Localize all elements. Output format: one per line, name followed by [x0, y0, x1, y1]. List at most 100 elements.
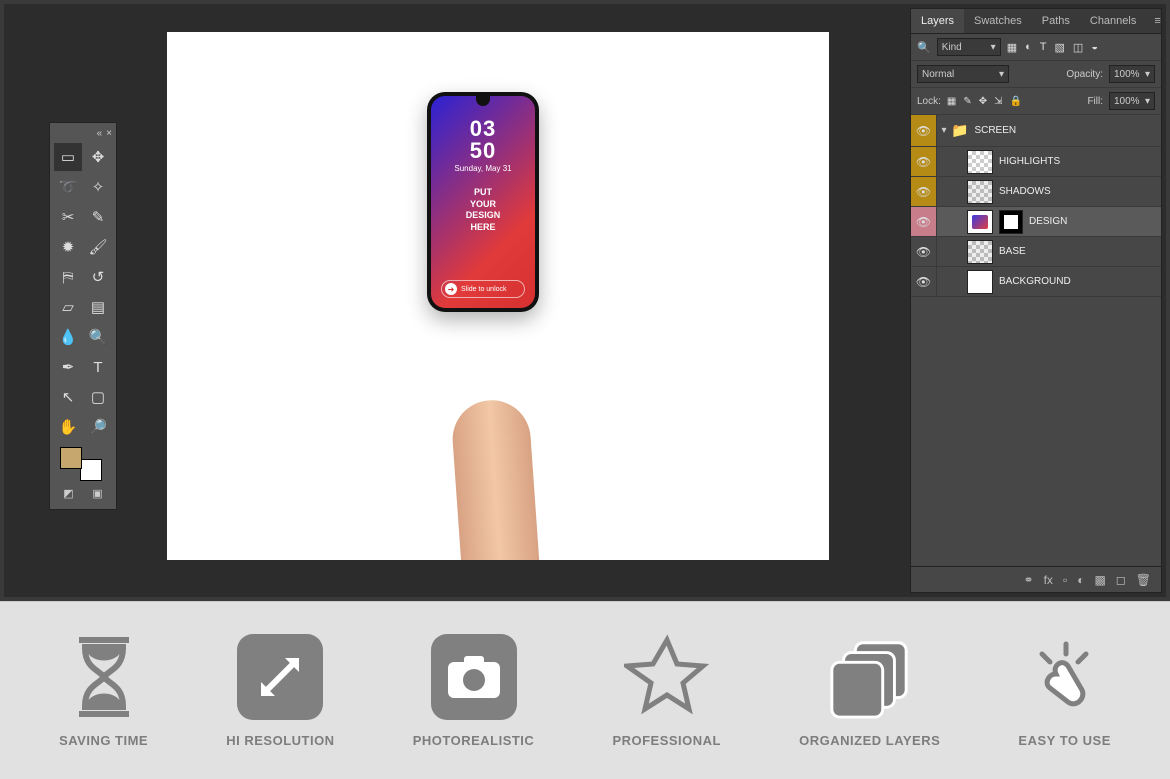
feature-item: PROFESSIONAL: [612, 633, 721, 748]
history-brush-icon[interactable]: ↺: [84, 263, 112, 291]
design-placeholder-text: PUT YOUR DESIGN HERE: [466, 187, 501, 234]
eyedropper-icon[interactable]: ✎: [84, 203, 112, 231]
layer-action-icon[interactable]: fx: [1044, 573, 1053, 587]
filter-kind-label: Kind: [942, 42, 962, 53]
folder-icon: 📁: [951, 122, 968, 139]
chevron-down-icon: ▾: [1145, 69, 1150, 80]
lock-option-icon[interactable]: ✥: [979, 96, 987, 107]
opacity-input[interactable]: 100%▾: [1109, 65, 1155, 83]
filter-type-icon[interactable]: ▧: [1055, 41, 1065, 54]
layer-row[interactable]: 👁▾📁SCREEN: [911, 115, 1161, 147]
type-icon[interactable]: T: [84, 353, 112, 381]
layer-thumbnail[interactable]: [967, 150, 993, 174]
layer-mask-thumbnail[interactable]: [999, 210, 1023, 234]
collapse-panel-icon[interactable]: «: [97, 128, 103, 139]
visibility-toggle[interactable]: 👁: [911, 147, 937, 176]
layer-row[interactable]: 👁BACKGROUND: [911, 267, 1161, 297]
layer-row[interactable]: 👁 DESIGN: [911, 207, 1161, 237]
layer-thumbnail[interactable]: [967, 270, 993, 294]
close-panel-icon[interactable]: ×: [106, 128, 112, 139]
screen-mode-icon[interactable]: ▣: [90, 485, 106, 501]
gradient-icon[interactable]: ▤: [84, 293, 112, 321]
layer-thumbnail[interactable]: [967, 180, 993, 204]
search-icon: 🔍: [917, 41, 931, 54]
patch-icon[interactable]: ✹: [54, 233, 82, 261]
rectangle-icon[interactable]: ▢: [84, 383, 112, 411]
filter-type-icon[interactable]: ◒: [1091, 41, 1098, 54]
move-icon[interactable]: ✥: [84, 143, 112, 171]
layer-row[interactable]: 👁HIGHLIGHTS: [911, 147, 1161, 177]
wand-icon[interactable]: ✧: [84, 173, 112, 201]
filter-type-icon[interactable]: ▦: [1007, 41, 1017, 54]
pen-icon[interactable]: ✒: [54, 353, 82, 381]
visibility-toggle[interactable]: 👁: [911, 115, 937, 146]
path-select-icon[interactable]: ↖: [54, 383, 82, 411]
panel-menu-icon[interactable]: ≡: [1146, 9, 1168, 33]
eraser-icon[interactable]: ▱: [54, 293, 82, 321]
tab-layers[interactable]: Layers: [911, 9, 964, 33]
background-color-swatch[interactable]: [80, 459, 102, 481]
lock-label: Lock:: [917, 96, 941, 107]
eye-icon: 👁: [916, 155, 931, 169]
blend-mode-value: Normal: [922, 69, 954, 80]
eye-icon: 👁: [916, 124, 931, 138]
lock-option-icon[interactable]: ✎: [963, 96, 971, 107]
eye-icon: 👁: [916, 245, 931, 259]
layer-action-icon[interactable]: ▫: [1063, 573, 1067, 587]
photoshop-window: 03 50 Sunday, May 31 PUT YOUR DESIGN HER…: [0, 0, 1170, 601]
phone-screen: 03 50 Sunday, May 31 PUT YOUR DESIGN HER…: [431, 96, 535, 308]
tab-channels[interactable]: Channels: [1080, 9, 1146, 33]
lock-option-icon[interactable]: 🔒: [1010, 96, 1022, 107]
quick-mask-icon[interactable]: ◩: [61, 485, 77, 501]
hourglass-icon: [60, 633, 148, 721]
layer-action-icon[interactable]: ◐: [1077, 573, 1084, 587]
layer-thumbnail[interactable]: [967, 240, 993, 264]
visibility-toggle[interactable]: 👁: [911, 177, 937, 206]
layer-name: DESIGN: [1029, 216, 1067, 227]
filter-kind-select[interactable]: Kind▾: [937, 38, 1001, 56]
layer-action-icon[interactable]: ◻: [1116, 573, 1126, 587]
lasso-icon[interactable]: ➰: [54, 173, 82, 201]
blur-icon[interactable]: 💧: [54, 323, 82, 351]
layer-action-icon[interactable]: 🗑: [1136, 573, 1151, 587]
clock-minute: 50: [470, 140, 496, 162]
lock-option-icon[interactable]: ▦: [947, 96, 956, 107]
stamp-icon[interactable]: ⛿: [54, 263, 82, 291]
fill-input[interactable]: 100%▾: [1109, 92, 1155, 110]
document-canvas[interactable]: 03 50 Sunday, May 31 PUT YOUR DESIGN HER…: [167, 32, 829, 560]
marquee-icon[interactable]: ▭: [54, 143, 82, 171]
filter-type-icon[interactable]: T: [1040, 41, 1047, 54]
mockup-forearm: [450, 398, 546, 560]
hand-icon[interactable]: ✋: [54, 413, 82, 441]
layer-action-icon[interactable]: ⚭: [1024, 573, 1034, 587]
layer-action-icon[interactable]: ▩: [1094, 573, 1105, 587]
eye-icon: 👁: [916, 185, 931, 199]
slide-handle-icon: ➜: [445, 283, 457, 295]
tab-swatches[interactable]: Swatches: [964, 9, 1032, 33]
zoom-icon[interactable]: 🔎: [84, 413, 112, 441]
mockup-phone: 03 50 Sunday, May 31 PUT YOUR DESIGN HER…: [427, 92, 539, 312]
blend-mode-select[interactable]: Normal▾: [917, 65, 1009, 83]
color-swatches[interactable]: [60, 447, 106, 481]
dodge-icon[interactable]: 🔍: [84, 323, 112, 351]
lock-option-icon[interactable]: ⇲: [994, 96, 1002, 107]
foreground-color-swatch[interactable]: [60, 447, 82, 469]
feature-label: EASY TO USE: [1018, 733, 1110, 748]
layer-thumbnail[interactable]: [967, 210, 993, 234]
feature-label: PROFESSIONAL: [612, 733, 721, 748]
brush-icon[interactable]: 🖌: [84, 233, 112, 261]
clock-hour: 03: [470, 118, 496, 140]
feature-item: EASY TO USE: [1018, 633, 1110, 748]
filter-type-icon[interactable]: ◐: [1025, 41, 1032, 54]
tools-panel: « × ▭✥➰✧✂✎✹🖌⛿↺▱▤💧🔍✒T↖▢✋🔎 ◩ ▣: [49, 122, 117, 510]
filter-type-icon[interactable]: ◫: [1073, 41, 1083, 54]
slide-label: Slide to unlock: [461, 286, 507, 293]
layer-row[interactable]: 👁SHADOWS: [911, 177, 1161, 207]
layer-row[interactable]: 👁BASE: [911, 237, 1161, 267]
visibility-toggle[interactable]: 👁: [911, 267, 937, 296]
expand-caret-icon[interactable]: ▾: [937, 125, 951, 136]
visibility-toggle[interactable]: 👁: [911, 207, 937, 236]
crop-icon[interactable]: ✂: [54, 203, 82, 231]
visibility-toggle[interactable]: 👁: [911, 237, 937, 266]
tab-paths[interactable]: Paths: [1032, 9, 1080, 33]
